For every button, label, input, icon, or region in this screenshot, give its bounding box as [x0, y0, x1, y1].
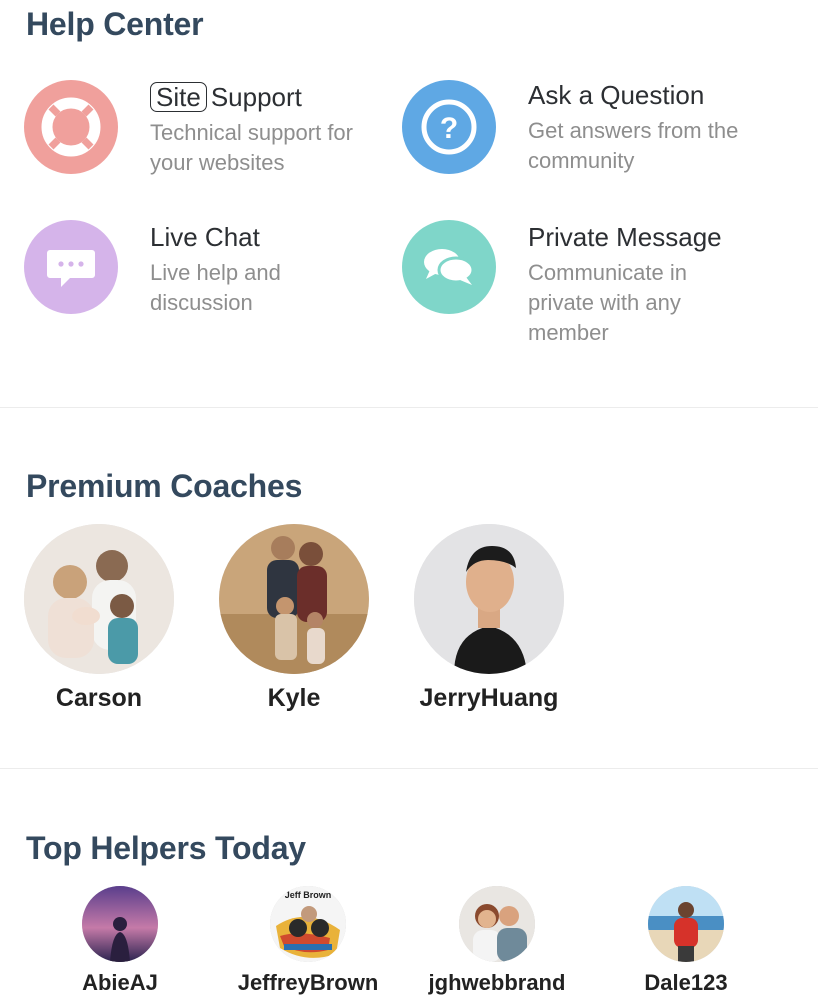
- help-item-text: Ask a Question Get answers from the comm…: [528, 78, 778, 176]
- helper-jeffreybrown[interactable]: Jeff Brown JeffreyBrown: [228, 886, 388, 996]
- help-item-desc: Communicate in private with any member: [528, 260, 687, 345]
- helper-name: jghwebbrand: [428, 970, 566, 995]
- avatar: [648, 886, 724, 962]
- premium-coaches-title: Premium Coaches: [26, 468, 303, 504]
- help-item-title: Private Message: [528, 222, 722, 252]
- avatar: [219, 524, 369, 674]
- coach-name: JerryHuang: [419, 684, 559, 712]
- chat-bubble-icon: [24, 220, 118, 314]
- messages-icon: [402, 220, 496, 314]
- help-item-site-support[interactable]: Site Support Technical support for your w…: [24, 80, 404, 220]
- avatar: [459, 886, 535, 962]
- help-center-title: Help Center: [26, 6, 204, 42]
- helper-dale123[interactable]: Dale123: [606, 886, 766, 996]
- coach-carson[interactable]: Carson: [24, 524, 174, 713]
- site-badge: Site: [150, 82, 207, 112]
- avatar: Jeff Brown: [270, 886, 346, 962]
- top-helpers-title: Top Helpers Today: [26, 830, 306, 866]
- help-item-desc: Get answers from the community: [528, 118, 739, 173]
- lifebuoy-icon: [24, 80, 118, 174]
- page: Help Center Site Support Technical suppor…: [0, 0, 818, 1000]
- avatar: [82, 886, 158, 962]
- help-item-ask-question[interactable]: ? Ask a Question Get answers from the co…: [402, 80, 782, 220]
- question-icon: ?: [402, 80, 496, 174]
- helper-name: JeffreyBrown: [237, 970, 379, 995]
- coach-kyle[interactable]: Kyle: [219, 524, 369, 713]
- helper-abieaj[interactable]: AbieAJ: [40, 886, 200, 996]
- help-item-text: Site Support Technical support for your w…: [150, 80, 400, 178]
- help-item-private-message[interactable]: Private Message Communicate in private w…: [402, 220, 782, 360]
- help-item-live-chat[interactable]: Live Chat Live help and discussion: [24, 220, 404, 360]
- help-item-text: Live Chat Live help and discussion: [150, 220, 400, 318]
- section-divider: [0, 407, 818, 408]
- help-item-text: Private Message Communicate in private w…: [528, 220, 778, 348]
- helper-jghwebbrand[interactable]: jghwebbrand: [417, 886, 577, 996]
- help-item-title: Ask a Question: [528, 80, 705, 110]
- svg-text:?: ?: [440, 112, 458, 145]
- helper-name: Dale123: [644, 970, 728, 995]
- section-divider: [0, 768, 818, 769]
- help-item-desc: Technical support for your websites: [150, 120, 353, 175]
- help-item-title: Site Support: [150, 80, 400, 114]
- avatar: [414, 524, 564, 674]
- help-item-title-text: Support: [210, 82, 302, 112]
- help-item-title: Live Chat: [150, 222, 260, 252]
- coach-jerryhuang[interactable]: JerryHuang: [414, 524, 564, 713]
- helper-name: AbieAJ: [82, 970, 158, 995]
- help-item-desc: Live help and discussion: [150, 260, 281, 315]
- avatar-caption: Jeff Brown: [284, 890, 332, 900]
- avatar: [24, 524, 174, 674]
